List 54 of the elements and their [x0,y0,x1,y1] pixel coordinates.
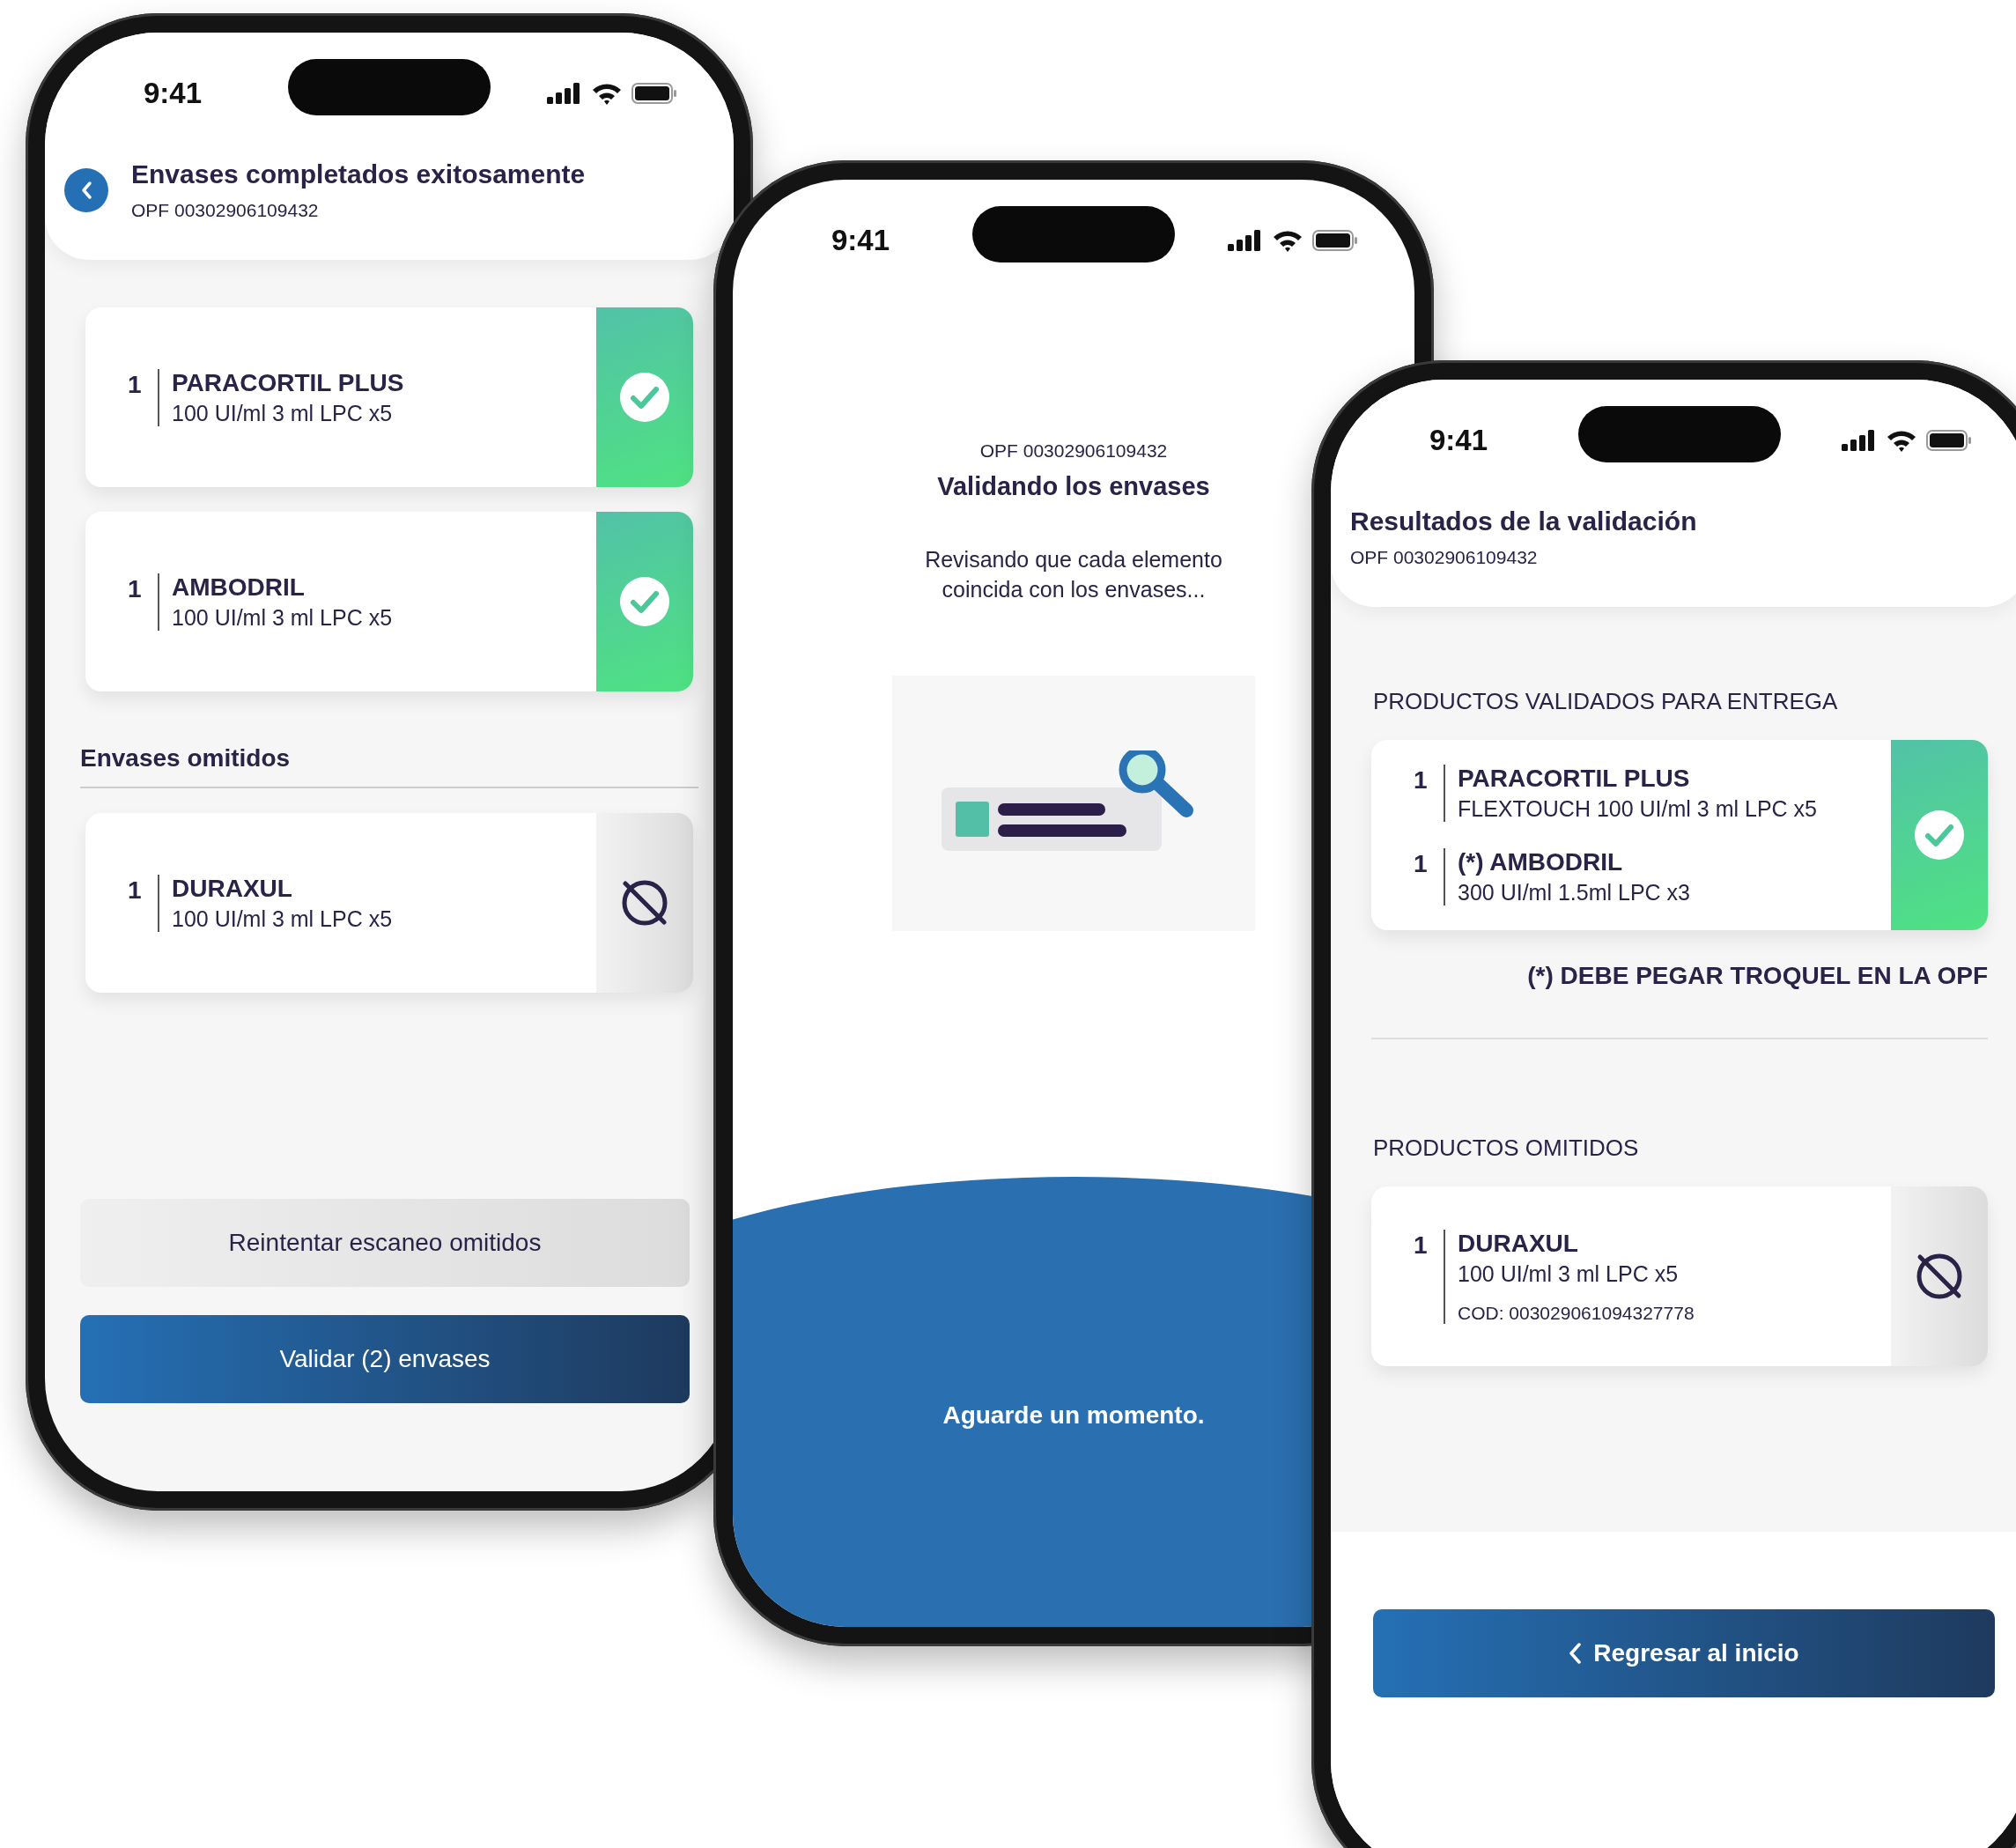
signal-icon [547,83,582,104]
action-button[interactable]: Validar (2) envases [80,1315,690,1403]
product-name: PARACORTIL PLUS [172,368,404,397]
action-button[interactable]: Regresar al inicio [1373,1609,1995,1697]
quantity: 1 [1414,765,1429,795]
product-detail: 100 UI/ml 3 ml LPC x5 [172,604,393,631]
quantity: 1 [128,369,143,399]
wifi-icon [1272,229,1303,252]
check-circle-icon [620,577,669,626]
signal-icon [1228,230,1263,251]
product-name: DURAXUL [1458,1229,1579,1258]
quantity: 1 [128,875,143,905]
product-name: PARACORTIL PLUS [1458,765,1691,793]
action-button[interactable]: Reintentar escaneo omitidos [80,1199,690,1287]
check-circle-icon [620,373,669,422]
product-detail: 100 UI/ml 3 ml LPC x5 [1458,1260,1680,1287]
section-heading: PRODUCTOS VALIDADOS PARA ENTREGA [1372,688,1839,715]
product-code: COD: 003029061094327778 [1458,1302,1695,1324]
product-name: (*) AMBODRIL [1458,848,1624,876]
product-detail: 100 UI/ml 3 ml LPC x5 [172,400,394,426]
signal-icon [1842,430,1877,451]
screen-title: Validando los envases [937,472,1210,501]
loading-message: Revisando que cada elemento coincida con los envases... [924,546,1223,603]
order-number: OPF 00302906109432 [131,200,320,221]
status-time: 9:41 [831,224,890,257]
battery-icon [631,83,677,104]
back-button[interactable] [64,168,108,212]
screen-title: Resultados de la validación [1350,506,1697,536]
status-time: 9:41 [144,77,203,110]
quantity: 1 [1414,1230,1429,1260]
section-heading: PRODUCTOS OMITIDOS [1372,1135,1640,1162]
blocked-icon [1915,1252,1964,1301]
chevron-left-icon [80,181,92,200]
status-time: 9:41 [1429,424,1488,457]
chevron-left-icon [1569,1643,1582,1664]
wifi-icon [1886,429,1917,452]
product-name: AMBODRIL [172,573,306,602]
product-detail: 300 UI/ml 1.5ml LPC x3 [1458,880,1690,906]
blocked-icon [620,878,669,928]
battery-icon [1926,430,1972,451]
screen-title: Envases completados exitosamente [131,159,586,189]
battery-icon [1312,230,1358,251]
note-text: (*) DEBE PEGAR TROQUEL EN LA OPF [1526,962,1988,990]
product-name: DURAXUL [172,874,293,903]
product-detail: 100 UI/ml 3 ml LPC x5 [172,906,393,932]
product-detail: FLEXTOUCH 100 UI/ml 3 ml LPC x5 [1458,796,1817,822]
check-circle-icon [1915,810,1964,860]
quantity: 1 [128,573,143,603]
section-heading: Envases omitidos [80,744,698,788]
quantity: 1 [1414,849,1429,878]
wifi-icon [591,82,623,105]
wait-message: Aguarde un momento. [942,1401,1205,1430]
order-number: OPF 00302906109432 [979,440,1168,462]
order-number: OPF 00302906109432 [1350,547,1539,568]
